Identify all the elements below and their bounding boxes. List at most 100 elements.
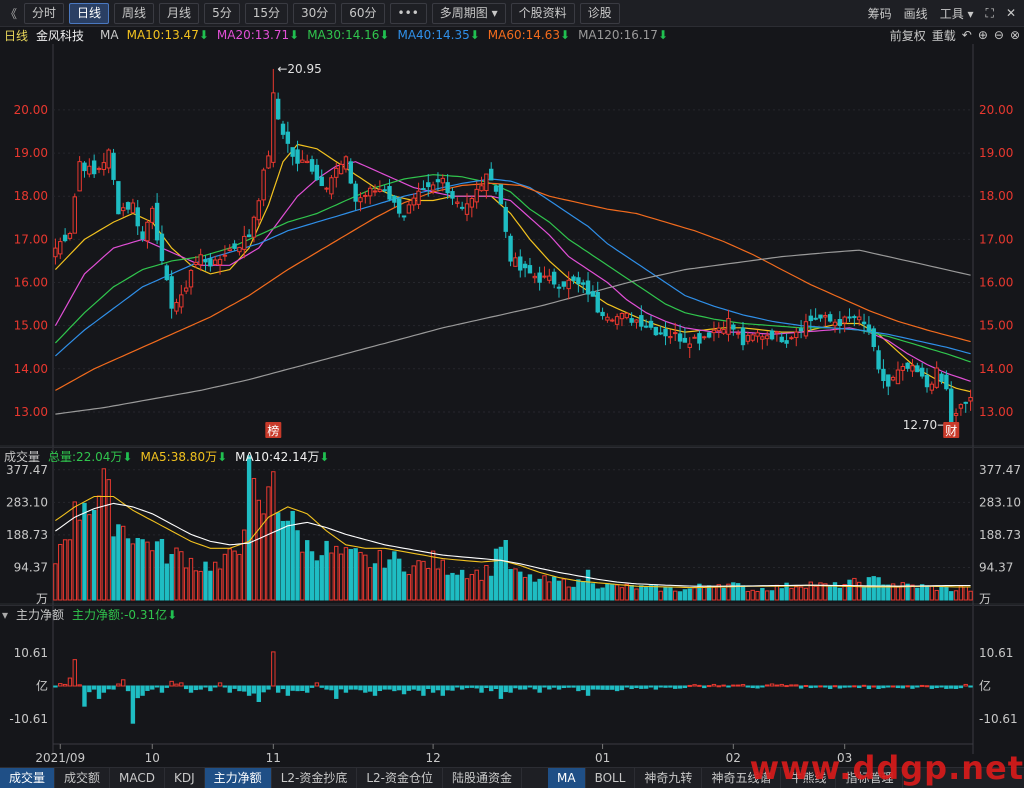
flow-bar [503,685,508,693]
flow-bar [876,685,881,689]
period-button[interactable]: 30分 [292,2,337,24]
ma60-value: MA60:14.63⬇ [487,28,571,42]
candle-body [614,316,620,325]
flow-bar [397,685,402,691]
flow-bar [682,685,688,689]
chart-control[interactable]: ↶ [962,28,972,42]
volume-bar [866,577,872,601]
period-button[interactable]: 5分 [204,2,240,24]
volume-title[interactable]: 成交量 [4,448,40,465]
candle-body [731,324,736,330]
candle-body [551,271,557,285]
indicator-tab[interactable]: KDJ [165,768,205,788]
period-button[interactable]: 多周期图 ▾ [431,2,506,24]
period-button[interactable]: 15分 [244,2,288,24]
period-button[interactable]: 周线 [114,2,155,24]
flow-bar [271,651,276,687]
chart-control[interactable]: ⊕ [978,28,988,42]
candle-body [881,368,886,382]
candle-body [159,233,165,262]
flow-bar [193,685,199,691]
candle-body [188,269,194,288]
flow-bar [82,685,87,707]
volume-bar [300,551,305,601]
flow-bar [735,684,741,687]
candle-body [498,184,504,205]
period-button[interactable]: 60分 [341,2,385,24]
flow-bar [246,685,252,696]
volume-bar [450,572,455,601]
flow-bar [934,685,939,689]
candle-body [629,318,634,323]
candle-body [818,314,823,319]
toolbar-tool[interactable]: 工具 ▾ [940,5,974,22]
candle-body [648,320,654,328]
indicator-tab[interactable]: BOLL [586,768,636,788]
flow-title[interactable]: 主力净额 [16,606,64,623]
indicator-tab[interactable]: L2-资金仓位 [357,768,443,788]
candle-body [251,216,257,238]
candle-body [338,163,344,175]
chart-control[interactable]: ⊗ [1010,28,1020,42]
flow-bar [731,684,736,687]
volume-bar [242,529,247,601]
flow-bar [919,684,925,687]
indicator-tab[interactable]: 成交额 [55,768,111,788]
volume-bar [624,583,629,601]
price-tick-label-left: 15.00 [14,319,48,333]
flow-bar [702,685,707,689]
candle-body [503,206,508,232]
period-button[interactable]: 个股资料 [510,2,575,24]
volume-bar [324,540,329,601]
volume-bar [377,550,383,601]
toolbar-tool[interactable]: ⛶ [986,6,994,21]
flow-bar [489,685,494,692]
toolbar-tool[interactable]: 画线 [904,5,928,22]
period-button[interactable]: 日线 [69,2,110,24]
candle-body [246,234,252,238]
chart-control[interactable]: ⊖ [994,28,1004,42]
toolbar-tool[interactable]: ✕ [1006,6,1016,20]
chart-control[interactable]: 前复权 [890,27,926,44]
indicator-tab[interactable]: 成交量 [0,768,56,788]
period-button[interactable]: 诊股 [579,2,620,24]
chart-control[interactable]: 重载 [932,27,956,44]
volume-bar [668,587,673,601]
flow-bar [653,685,659,690]
flow-bar [183,685,189,690]
toolbar-tool[interactable]: 筹码 [868,5,892,22]
candle-body [726,318,731,335]
candle-body [125,202,131,210]
indicator-tab[interactable]: 主力净额 [204,768,272,788]
candle-body [619,312,625,320]
indicator-tab[interactable]: MACD [110,768,166,788]
indicator-tab[interactable]: 陆股通资金 [443,768,523,788]
candle-body [692,336,697,339]
candle-body [755,332,760,337]
volume-bar [547,581,552,601]
flow-bar [827,685,833,689]
period-button[interactable]: 月线 [159,2,200,24]
flow-bar [614,685,620,692]
candle-body [77,161,82,192]
candle-body [464,203,470,215]
indicator-tab[interactable]: MA [548,768,586,788]
indicator-tab[interactable]: L2-资金抄底 [272,768,358,788]
flow-bar [958,685,964,689]
flow-bar [343,685,349,693]
period-button[interactable]: ••• [389,2,427,24]
back-icon[interactable]: 《 [3,5,19,22]
period-button[interactable]: 分时 [24,2,65,24]
volume-bar [934,589,939,601]
flow-bar [295,685,300,692]
candle-body [905,362,910,369]
flow-bar [968,685,973,688]
x-tick-label: 12 [425,751,440,764]
flow-bar [280,685,286,690]
flow-bar [174,683,179,687]
candle-body [479,185,484,192]
collapse-icon[interactable]: ▾ [2,608,8,622]
indicator-tab[interactable]: 神奇九转 [635,768,703,788]
flow-bar [837,685,843,689]
flow-bar [377,685,383,692]
